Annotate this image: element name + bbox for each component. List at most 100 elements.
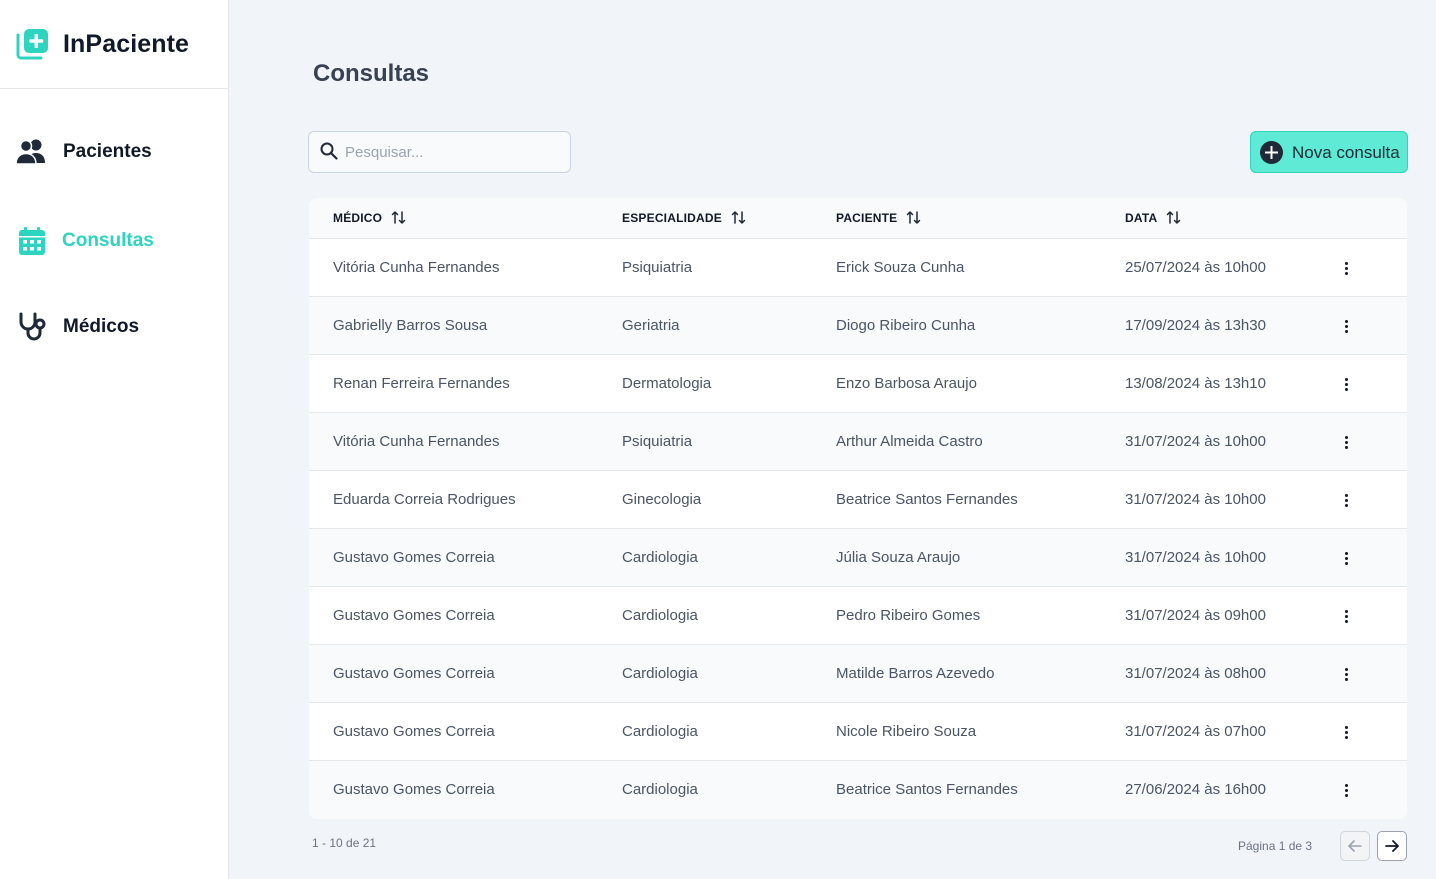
cell-medico: Gustavo Gomes Correia — [333, 781, 495, 798]
row-menu-icon[interactable] — [1336, 546, 1356, 570]
cell-paciente: Nicole Ribeiro Souza — [836, 723, 977, 740]
sidebar-item-label: Pacientes — [63, 141, 152, 162]
cell-especialidade: Cardiologia — [622, 781, 698, 798]
brand[interactable]: InPaciente — [0, 0, 228, 89]
sort-icon — [391, 211, 406, 224]
row-menu-icon[interactable] — [1336, 604, 1356, 628]
table-row[interactable]: Gustavo Gomes Correia Cardiologia Beatri… — [309, 761, 1407, 819]
row-menu-icon[interactable] — [1336, 372, 1356, 396]
cell-paciente: Matilde Barros Azevedo — [836, 665, 995, 682]
cell-medico: Gustavo Gomes Correia — [333, 607, 495, 624]
cell-data: 31/07/2024 às 10h00 — [1125, 491, 1266, 508]
cell-especialidade: Cardiologia — [622, 549, 698, 566]
table-row[interactable]: Vitória Cunha Fernandes Psiquiatria Arth… — [309, 413, 1407, 471]
cell-data: 31/07/2024 às 07h00 — [1125, 723, 1266, 740]
cell-paciente: Júlia Souza Araujo — [836, 549, 961, 566]
stethoscope-icon — [15, 310, 49, 344]
cell-data: 31/07/2024 às 09h00 — [1125, 607, 1266, 624]
column-header-paciente[interactable]: PACIENTE — [836, 210, 921, 225]
sidebar-item-label: Médicos — [63, 316, 140, 337]
column-header-medico[interactable]: MÉDICO — [333, 210, 406, 225]
cell-paciente: Diogo Ribeiro Cunha — [836, 317, 976, 334]
sidebar-item-pacientes[interactable]: Pacientes — [0, 132, 228, 172]
table-row[interactable]: Renan Ferreira Fernandes Dermatologia En… — [309, 355, 1407, 413]
pagination-range: 1 - 10 de 21 — [312, 836, 377, 850]
sort-icon — [907, 211, 921, 224]
next-page-button[interactable] — [1377, 831, 1407, 861]
cell-data: 27/06/2024 às 16h00 — [1125, 781, 1266, 798]
table-header: MÉDICO ESPECIALIDADE PACIENTE DATA — [309, 198, 1407, 239]
table-row[interactable]: Gustavo Gomes Correia Cardiologia Matild… — [309, 645, 1407, 703]
column-label: DATA — [1125, 210, 1158, 225]
search-icon — [320, 142, 338, 160]
column-label: ESPECIALIDADE — [622, 210, 722, 225]
previous-page-button[interactable] — [1340, 831, 1370, 861]
sort-icon — [1167, 211, 1181, 224]
table-row[interactable]: Gustavo Gomes Correia Cardiologia Pedro … — [309, 587, 1407, 645]
table-row[interactable]: Gabrielly Barros Sousa Geriatria Diogo R… — [309, 297, 1407, 355]
page-title: Consultas — [313, 60, 430, 87]
cell-medico: Vitória Cunha Fernandes — [333, 433, 500, 450]
pagination-page: Página 1 de 3 — [1238, 839, 1313, 853]
cell-especialidade: Cardiologia — [622, 665, 698, 682]
row-menu-icon[interactable] — [1336, 488, 1356, 512]
row-menu-icon[interactable] — [1336, 314, 1356, 338]
sort-icon — [731, 211, 746, 224]
cell-paciente: Erick Souza Cunha — [836, 259, 965, 276]
sidebar-item-consultas[interactable]: Consultas — [0, 221, 228, 261]
table-row[interactable]: Gustavo Gomes Correia Cardiologia Júlia … — [309, 529, 1407, 587]
search-box[interactable] — [308, 131, 571, 173]
table-row[interactable]: Eduarda Correia Rodrigues Ginecologia Be… — [309, 471, 1407, 529]
row-menu-icon[interactable] — [1336, 430, 1356, 454]
new-consultation-button[interactable]: Nova consulta — [1250, 131, 1408, 173]
cell-medico: Renan Ferreira Fernandes — [333, 375, 510, 392]
sidebar-item-medicos[interactable]: Médicos — [0, 307, 228, 347]
cell-data: 17/09/2024 às 13h30 — [1125, 317, 1266, 334]
sidebar-item-label: Consultas — [62, 230, 154, 251]
cell-medico: Gustavo Gomes Correia — [333, 723, 495, 740]
cell-paciente: Arthur Almeida Castro — [836, 433, 983, 450]
table-body: Vitória Cunha Fernandes Psiquiatria Eric… — [309, 239, 1407, 819]
cell-data: 13/08/2024 às 13h10 — [1125, 375, 1266, 392]
table-row[interactable]: Gustavo Gomes Correia Cardiologia Nicole… — [309, 703, 1407, 761]
sidebar: InPaciente Pacientes Consultas Médicos — [0, 0, 229, 879]
cell-paciente: Enzo Barbosa Araujo — [836, 375, 977, 392]
cell-data: 31/07/2024 às 10h00 — [1125, 549, 1266, 566]
cell-data: 25/07/2024 às 10h00 — [1125, 259, 1266, 276]
plus-circle-icon — [1260, 141, 1283, 164]
cell-paciente: Beatrice Santos Fernandes — [836, 781, 1018, 798]
cell-paciente: Beatrice Santos Fernandes — [836, 491, 1018, 508]
column-label: MÉDICO — [333, 210, 383, 225]
cell-medico: Eduarda Correia Rodrigues — [333, 491, 516, 508]
cell-medico: Gustavo Gomes Correia — [333, 549, 495, 566]
new-consultation-label: Nova consulta — [1292, 143, 1400, 162]
cell-especialidade: Ginecologia — [622, 491, 702, 508]
cell-medico: Gustavo Gomes Correia — [333, 665, 495, 682]
table-row[interactable]: Vitória Cunha Fernandes Psiquiatria Eric… — [309, 239, 1407, 297]
calendar-icon — [15, 224, 49, 258]
users-icon — [15, 135, 49, 169]
consultations-table: MÉDICO ESPECIALIDADE PACIENTE DATA Vitór… — [309, 198, 1407, 819]
cell-especialidade: Cardiologia — [622, 607, 698, 624]
row-menu-icon[interactable] — [1336, 256, 1356, 280]
arrow-left-icon — [1348, 840, 1362, 852]
cell-especialidade: Geriatria — [622, 317, 680, 334]
cell-medico: Gabrielly Barros Sousa — [333, 317, 488, 334]
cell-especialidade: Dermatologia — [622, 375, 712, 392]
arrow-right-icon — [1385, 840, 1399, 852]
cell-especialidade: Cardiologia — [622, 723, 698, 740]
search-input[interactable] — [345, 132, 565, 172]
column-header-data[interactable]: DATA — [1125, 210, 1181, 225]
column-header-especialidade[interactable]: ESPECIALIDADE — [622, 210, 746, 225]
logo-icon — [16, 29, 48, 60]
cell-paciente: Pedro Ribeiro Gomes — [836, 607, 981, 624]
row-menu-icon[interactable] — [1336, 778, 1356, 802]
column-label: PACIENTE — [836, 210, 898, 225]
cell-data: 31/07/2024 às 10h00 — [1125, 433, 1266, 450]
row-menu-icon[interactable] — [1336, 662, 1356, 686]
cell-especialidade: Psiquiatria — [622, 259, 693, 276]
cell-especialidade: Psiquiatria — [622, 433, 693, 450]
app-name: InPaciente — [63, 29, 190, 58]
row-menu-icon[interactable] — [1336, 720, 1356, 744]
cell-medico: Vitória Cunha Fernandes — [333, 259, 500, 276]
